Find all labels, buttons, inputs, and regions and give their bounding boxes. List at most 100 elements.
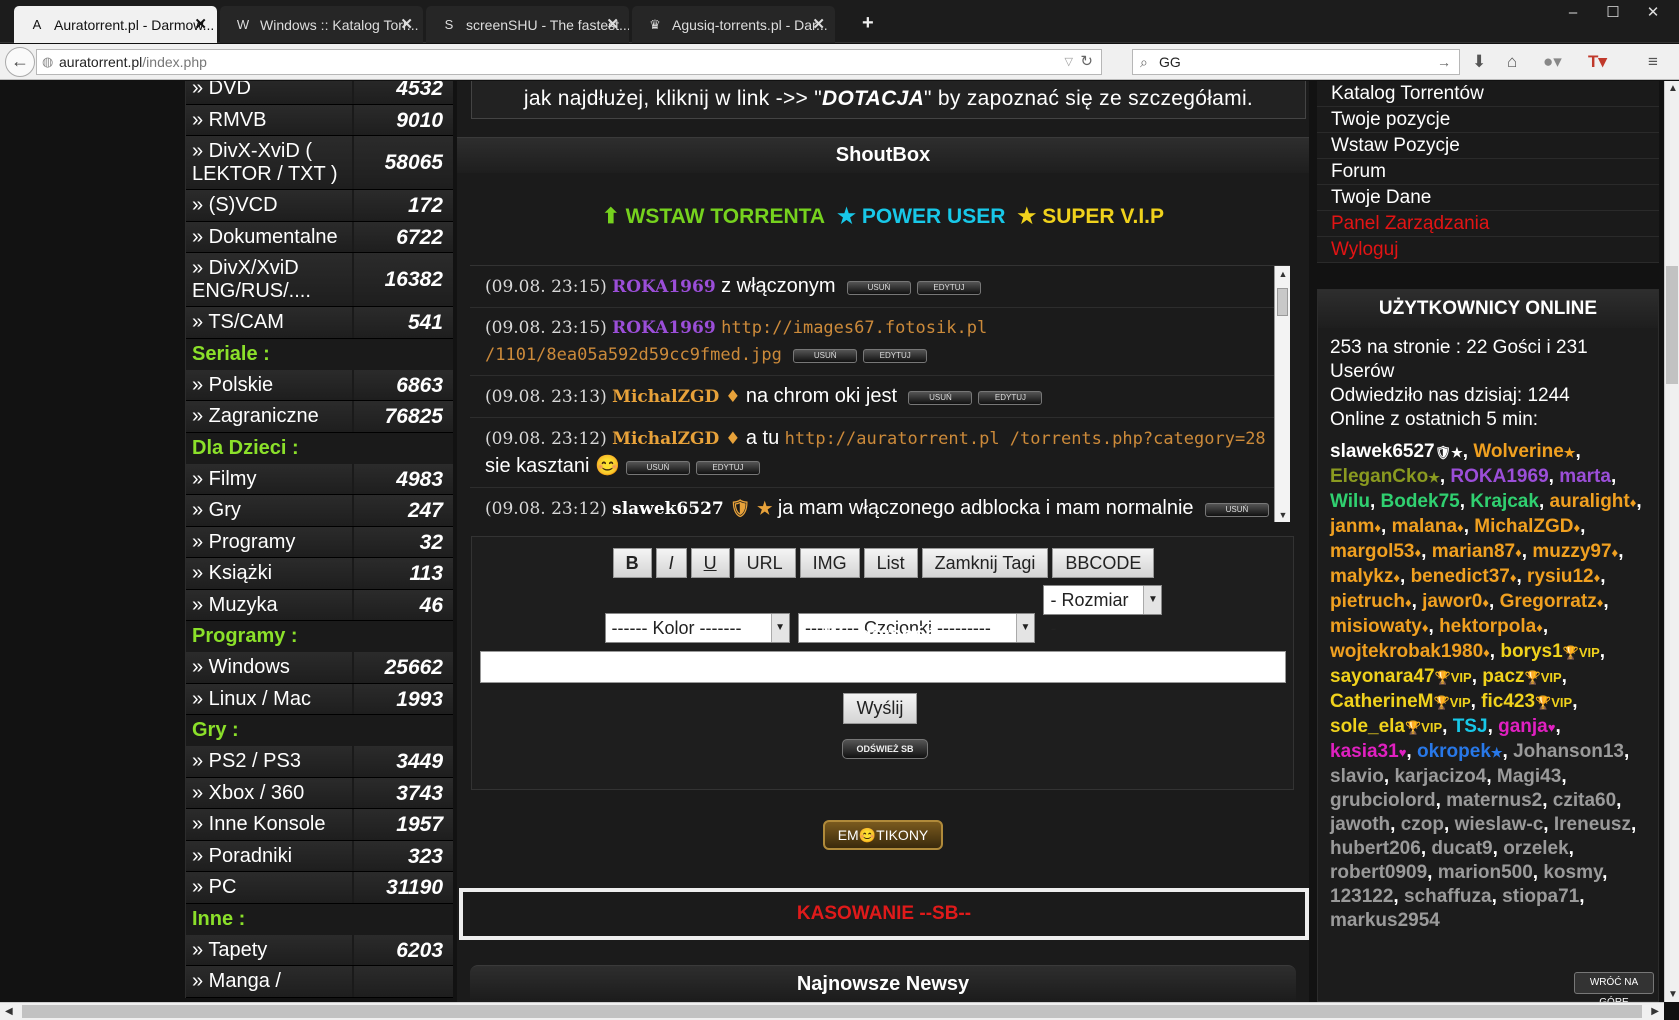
- category-link[interactable]: » Zagraniczne: [186, 401, 353, 432]
- category-row[interactable]: » Linux / Mac 1993: [186, 683, 453, 715]
- adblock-icon[interactable]: ●▾: [1543, 52, 1562, 72]
- online-user[interactable]: 123122: [1330, 886, 1393, 907]
- scroll-right-icon[interactable]: ▶: [1651, 1006, 1659, 1017]
- delete-message-button[interactable]: USUŃ: [846, 280, 911, 295]
- category-row[interactable]: » Filmy 4983: [186, 463, 453, 495]
- category-link[interactable]: » Xbox / 360: [186, 777, 353, 808]
- message-input[interactable]: [480, 651, 1286, 683]
- bbcode-button[interactable]: IMG: [799, 548, 860, 578]
- size-select[interactable]: - Rozmiar - ▼: [1043, 585, 1163, 638]
- online-user[interactable]: hektorpola: [1439, 616, 1536, 637]
- category-link[interactable]: » Książki: [186, 558, 353, 589]
- online-user[interactable]: kosmy: [1543, 862, 1602, 883]
- browser-tab[interactable]: A Auratorrent.pl - Darmow... ✕: [14, 6, 217, 43]
- category-row[interactable]: » Windows 25662: [186, 652, 453, 684]
- online-user[interactable]: pietruch: [1330, 591, 1405, 612]
- online-user[interactable]: rysiu12: [1527, 566, 1594, 587]
- online-user[interactable]: jawoth: [1330, 814, 1390, 835]
- online-user[interactable]: ganja: [1498, 716, 1548, 737]
- category-row[interactable]: » Książki 113: [186, 558, 453, 590]
- category-link[interactable]: » (S)VCD: [186, 190, 353, 221]
- online-user[interactable]: marta: [1559, 466, 1611, 487]
- online-user[interactable]: wieslaw-c: [1455, 814, 1544, 835]
- category-row[interactable]: » Inne Konsole 1957: [186, 809, 453, 841]
- online-user[interactable]: auralight: [1550, 491, 1630, 512]
- online-user[interactable]: slavio: [1330, 766, 1384, 787]
- scroll-up-icon[interactable]: ▲: [1668, 83, 1678, 94]
- delete-message-button[interactable]: USUŃ: [793, 348, 858, 363]
- scroll-left-icon[interactable]: ◀: [5, 1006, 13, 1017]
- category-row[interactable]: » (S)VCD 172: [186, 190, 453, 222]
- category-row[interactable]: » Polskie 6863: [186, 369, 453, 401]
- online-user[interactable]: Magi43: [1497, 766, 1561, 787]
- online-user[interactable]: jawor0: [1422, 591, 1482, 612]
- online-user[interactable]: czop: [1401, 814, 1444, 835]
- edit-message-button[interactable]: EDYTUJ: [863, 348, 928, 363]
- url-dropdown-icon[interactable]: ▽: [1065, 50, 1073, 74]
- bbcode-button[interactable]: URL: [733, 548, 796, 578]
- category-link[interactable]: » Polskie: [186, 369, 353, 400]
- online-user[interactable]: janm: [1330, 516, 1374, 537]
- online-user[interactable]: hubert206: [1330, 838, 1421, 859]
- browser-tab[interactable]: ♛ Agusiq-torrents.pl - Dar... ✕: [632, 6, 835, 43]
- online-user[interactable]: misiowaty: [1330, 616, 1422, 637]
- online-user[interactable]: sole_ela: [1330, 716, 1405, 737]
- category-row[interactable]: » PC 31190: [186, 872, 453, 904]
- online-user[interactable]: marion500: [1438, 862, 1533, 883]
- menu-icon[interactable]: ≡: [1648, 52, 1658, 72]
- bbcode-button[interactable]: BBCODE: [1052, 548, 1155, 578]
- close-tab-icon[interactable]: ✕: [400, 15, 413, 33]
- category-link[interactable]: » DivX/XviD ENG/RUS/....: [186, 253, 353, 306]
- message-user[interactable]: ROKA1969: [612, 277, 716, 297]
- category-row[interactable]: » Dokumentalne 6722: [186, 221, 453, 253]
- browser-tab[interactable]: W Windows :: Katalog Torr... ✕: [220, 6, 423, 43]
- close-tab-icon[interactable]: ✕: [606, 15, 619, 33]
- bbcode-button[interactable]: U: [690, 548, 730, 578]
- scroll-down-icon[interactable]: ▼: [1275, 507, 1290, 522]
- category-link[interactable]: » DVD: [186, 81, 353, 104]
- browser-tab[interactable]: SscreenSHU - The fastest... ✕: [426, 6, 629, 43]
- vertical-scroll-thumb[interactable]: [1666, 266, 1678, 384]
- minimize-icon[interactable]: ‒: [1554, 2, 1592, 24]
- home-icon[interactable]: ⌂: [1507, 52, 1517, 72]
- user-menu-link[interactable]: Katalog Torrentów: [1317, 81, 1659, 107]
- scroll-thumb[interactable]: [1277, 288, 1288, 316]
- category-row[interactable]: » RMVB 9010: [186, 104, 453, 136]
- online-user[interactable]: malana: [1392, 516, 1457, 537]
- online-user[interactable]: markus2954: [1330, 910, 1440, 931]
- search-go-icon[interactable]: →: [1437, 50, 1451, 74]
- scroll-down-icon[interactable]: ▼: [1668, 989, 1678, 1000]
- message-user[interactable]: slawek6527: [612, 499, 724, 519]
- online-user[interactable]: maternus2: [1446, 790, 1542, 811]
- category-row[interactable]: » Xbox / 360 3743: [186, 777, 453, 809]
- refresh-shoutbox-button[interactable]: ODŚWIEŻ SB: [842, 739, 928, 759]
- reload-icon[interactable]: ↻: [1080, 50, 1093, 74]
- online-user[interactable]: benedict37: [1411, 566, 1510, 587]
- message-user[interactable]: ROKA1969: [612, 318, 716, 338]
- user-menu-link[interactable]: Twoje pozycje: [1317, 107, 1659, 133]
- online-user[interactable]: pacz: [1482, 666, 1524, 687]
- clear-shoutbox-link[interactable]: KASOWANIE --SB--: [459, 888, 1309, 940]
- send-button[interactable]: Wyślij: [843, 693, 917, 724]
- online-user[interactable]: marian87: [1432, 541, 1515, 562]
- online-user[interactable]: okropek: [1417, 741, 1491, 762]
- edit-message-button[interactable]: EDYTUJ: [695, 460, 760, 475]
- category-link[interactable]: » PC: [186, 872, 353, 903]
- back-arrow-icon[interactable]: ←: [5, 47, 35, 77]
- download-icon[interactable]: ⬇: [1472, 52, 1486, 72]
- category-link[interactable]: » Dokumentalne: [186, 221, 353, 252]
- category-row[interactable]: » PS2 / PS3 3449: [186, 746, 453, 778]
- online-user[interactable]: grubciolord: [1330, 790, 1436, 811]
- online-user[interactable]: ROKA1969: [1450, 466, 1548, 487]
- online-user[interactable]: CatherineM: [1330, 691, 1433, 712]
- shoutbox-scrollbar[interactable]: ▲ ▼: [1274, 266, 1290, 522]
- close-window-icon[interactable]: ✕: [1634, 2, 1672, 24]
- online-user[interactable]: margol53: [1330, 541, 1414, 562]
- online-user[interactable]: czita60: [1553, 790, 1616, 811]
- online-user[interactable]: stiopa71: [1502, 886, 1579, 907]
- bbcode-button[interactable]: List: [863, 548, 918, 578]
- message-user[interactable]: MichalZGD: [612, 429, 719, 449]
- online-user[interactable]: MichalZGD: [1474, 516, 1573, 537]
- category-link[interactable]: » Inne Konsole: [186, 809, 353, 840]
- online-user[interactable]: Wolverine: [1473, 441, 1563, 462]
